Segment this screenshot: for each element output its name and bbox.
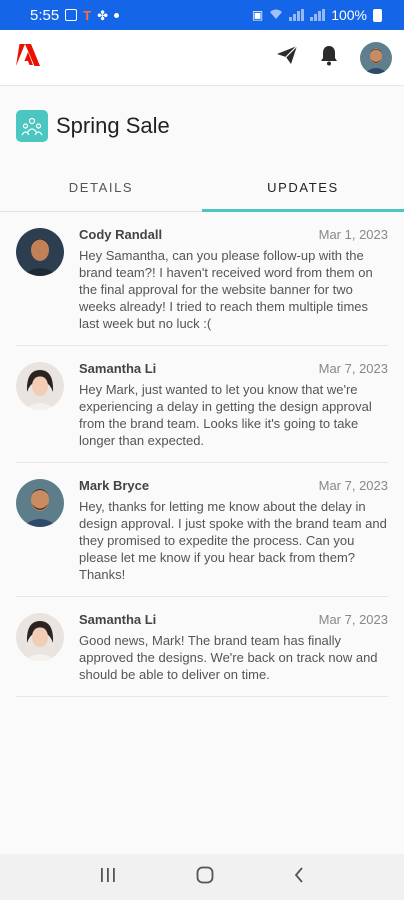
signal-icon — [289, 9, 305, 21]
battery-saver-icon: ▣ — [251, 8, 264, 22]
tab-updates[interactable]: UPDATES — [202, 164, 404, 212]
update-item: Mark Bryce Mar 7, 2023 Hey, thanks for l… — [16, 463, 388, 597]
author-avatar[interactable] — [16, 228, 64, 276]
adobe-logo-icon[interactable] — [16, 44, 40, 71]
author-avatar[interactable] — [16, 479, 64, 527]
home-icon[interactable] — [196, 866, 214, 889]
message-date: Mar 7, 2023 — [318, 477, 388, 493]
message-text: Hey Mark, just wanted to let you know th… — [79, 382, 372, 448]
app-notification-icon: ✤ — [97, 7, 109, 23]
project-header: Spring Sale — [0, 86, 404, 150]
back-icon[interactable] — [293, 866, 305, 889]
message-text: Hey Samantha, can you please follow-up w… — [79, 248, 373, 331]
send-icon[interactable] — [276, 45, 298, 70]
t-notification-icon: T — [83, 7, 92, 23]
more-notifications-icon — [114, 12, 120, 18]
tab-bar: DETAILS UPDATES — [0, 164, 404, 212]
bell-icon[interactable] — [320, 45, 338, 71]
author-name: Mark Bryce — [79, 477, 150, 493]
user-avatar[interactable] — [360, 41, 392, 74]
update-item: Samantha Li Mar 7, 2023 Good news, Mark!… — [16, 597, 388, 697]
project-title: Spring Sale — [56, 113, 170, 138]
battery-icon — [373, 8, 382, 22]
update-item: Cody Randall Mar 1, 2023 Hey Samantha, c… — [16, 212, 388, 346]
author-name: Samantha Li — [79, 611, 157, 627]
status-time: 5:55 — [30, 6, 60, 24]
people-icon — [16, 110, 48, 142]
wifi-icon — [269, 7, 283, 23]
author-avatar[interactable] — [16, 613, 64, 661]
battery-percent: 100% — [331, 7, 367, 23]
message-date: Mar 7, 2023 — [318, 360, 388, 376]
recents-icon[interactable] — [99, 867, 117, 888]
message-date: Mar 7, 2023 — [318, 611, 388, 627]
author-avatar[interactable] — [16, 362, 64, 410]
author-name: Samantha Li — [79, 360, 157, 376]
gallery-notification-icon — [65, 9, 78, 21]
tab-details[interactable]: DETAILS — [0, 164, 202, 211]
message-text: Hey, thanks for letting me know about th… — [79, 499, 387, 582]
update-item: Samantha Li Mar 7, 2023 Hey Mark, just w… — [16, 346, 388, 463]
system-nav-bar — [0, 854, 404, 900]
message-text: Good news, Mark! The brand team has fina… — [79, 633, 378, 682]
status-bar: 5:55 T ✤ ▣ 100% — [0, 0, 404, 30]
updates-feed: Cody Randall Mar 1, 2023 Hey Samantha, c… — [0, 212, 404, 697]
author-name: Cody Randall — [79, 226, 163, 242]
app-bar — [0, 30, 404, 86]
message-date: Mar 1, 2023 — [318, 226, 388, 242]
signal-2-icon — [310, 9, 326, 21]
